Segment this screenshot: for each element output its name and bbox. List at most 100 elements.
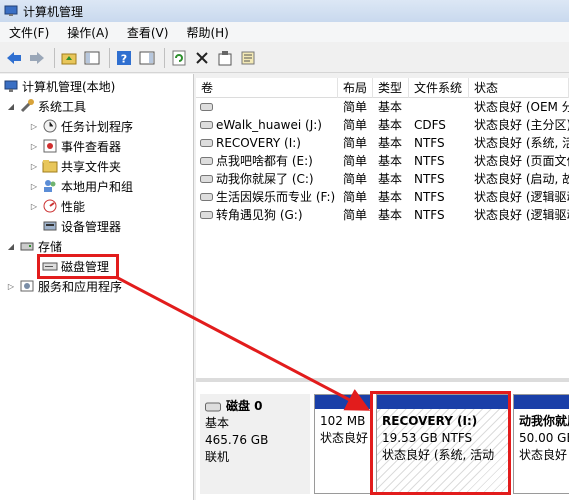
disk-info[interactable]: 磁盘 0 基本 465.76 GB 联机 (200, 394, 310, 494)
disk-icon (205, 402, 221, 411)
collapsed-arrow-icon[interactable]: ▷ (29, 122, 39, 131)
forward-arrow-icon[interactable] (27, 48, 47, 68)
table-row[interactable]: 简单 基本 状态良好 (OEM 分 (196, 98, 569, 116)
services-icon (20, 280, 34, 292)
column-header-volume[interactable]: 卷 (196, 78, 338, 98)
disk-volume-icon (200, 193, 213, 201)
window-title: 计算机管理 (23, 4, 84, 19)
tree-item-event-viewer[interactable]: ▷ 事件查看器 (29, 136, 121, 156)
navigation-tree: 计算机管理(本地) ◢ 系统工具 ▷ 任务计划程序 ▷ 事件查看器 ▷ 共享文件… (0, 74, 194, 500)
tree-item-performance[interactable]: ▷ 性能 (29, 196, 85, 216)
collapsed-arrow-icon[interactable]: ▷ (29, 142, 39, 151)
expanded-arrow-icon[interactable]: ◢ (6, 242, 16, 251)
tree-item-task-scheduler[interactable]: ▷ 任务计划程序 (29, 116, 133, 136)
tree-item-computer-management[interactable]: 计算机管理(本地) (3, 76, 115, 96)
svg-text:?: ? (121, 52, 127, 65)
toolbar-separator (109, 47, 110, 68)
volume-layout: 简单 (343, 172, 368, 186)
volume-type: 基本 (378, 154, 403, 168)
collapsed-arrow-icon[interactable]: ▷ (29, 202, 39, 211)
menu-file[interactable]: 文件(F) (0, 24, 58, 41)
column-header-type[interactable]: 类型 (373, 78, 409, 98)
title-bar: 计算机管理 (0, 0, 569, 22)
table-row[interactable]: RECOVERY (I:) 简单 基本 NTFS 状态良好 (系统, 活 (196, 134, 569, 152)
disk-volume-icon (200, 121, 213, 129)
volume-status: 状态良好 (逻辑驱动 (474, 190, 569, 204)
partition-size: 50.00 GB (519, 431, 569, 445)
volume-filesystem: CDFS (414, 118, 446, 132)
expanded-arrow-icon[interactable]: ◢ (6, 102, 16, 111)
tree-label: 任务计划程序 (61, 119, 134, 134)
disk-size: 465.76 GB (205, 433, 269, 447)
disk-volume-icon (200, 157, 213, 165)
menu-action[interactable]: 操作(A) (58, 24, 118, 41)
properties-icon[interactable] (215, 48, 235, 68)
tree-item-storage[interactable]: ◢ 存储 (6, 236, 62, 256)
volume-filesystem (409, 98, 469, 116)
volume-status: 状态良好 (启动, 故 (474, 172, 569, 186)
volume-status: 状态良好 (OEM 分 (474, 100, 569, 114)
volume-type: 基本 (378, 136, 403, 150)
volume-type: 基本 (378, 172, 403, 186)
disk-graphical-view: 磁盘 0 基本 465.76 GB 联机 102 MB 状态良好 RECOVER… (196, 382, 569, 500)
table-row[interactable]: 转角遇见狗 (G:) 简单 基本 NTFS 状态良好 (逻辑驱动 (196, 206, 569, 224)
partition-oem[interactable]: 102 MB 状态良好 (314, 394, 372, 494)
storage-icon (20, 242, 34, 251)
show-hide-tree-icon[interactable] (82, 48, 102, 68)
table-row[interactable]: 动我你就屎了 (C:) 简单 基本 NTFS 状态良好 (启动, 故 (196, 170, 569, 188)
column-header-filesystem[interactable]: 文件系统 (409, 78, 469, 98)
tree-label: 计算机管理(本地) (22, 79, 116, 94)
volume-layout: 简单 (343, 208, 368, 222)
partition-bar (514, 395, 569, 409)
shared-folder-icon (42, 160, 58, 173)
table-row[interactable]: 点我吧啥都有 (E:) 简单 基本 NTFS 状态良好 (页面文件 (196, 152, 569, 170)
computer-management-icon (4, 5, 18, 16)
device-manager-icon (43, 221, 57, 231)
back-arrow-icon[interactable] (4, 48, 24, 68)
collapsed-arrow-icon[interactable]: ▷ (6, 282, 16, 291)
tree-item-system-tools[interactable]: ◢ 系统工具 (6, 96, 86, 116)
column-header-status[interactable]: 状态 (469, 78, 569, 98)
menu-help[interactable]: 帮助(H) (177, 24, 237, 41)
tree-item-disk-management[interactable]: 磁盘管理 (42, 256, 109, 276)
delete-icon[interactable] (192, 48, 212, 68)
volume-name: eWalk_huawei (J:) (216, 118, 322, 132)
help-icon[interactable]: ? (114, 48, 134, 68)
volume-type: 基本 (378, 190, 403, 204)
volume-list-header: 卷 布局 类型 文件系统 状态 (196, 78, 569, 98)
table-row[interactable]: 生活因娱乐而专业 (F:) 简单 基本 NTFS 状态良好 (逻辑驱动 (196, 188, 569, 206)
column-header-layout[interactable]: 布局 (338, 78, 373, 98)
disk-volume-icon (200, 103, 213, 111)
collapsed-arrow-icon[interactable]: ▷ (29, 182, 39, 191)
collapsed-arrow-icon[interactable]: ▷ (29, 162, 39, 171)
tree-item-shared-folders[interactable]: ▷ 共享文件夹 (29, 156, 121, 176)
menu-bar: 文件(F) 操作(A) 查看(V) 帮助(H) (0, 22, 569, 42)
clock-icon (43, 119, 57, 133)
computer-management-icon (4, 80, 18, 92)
volume-layout: 简单 (343, 154, 368, 168)
folder-up-icon[interactable] (59, 48, 79, 68)
tree-label: 性能 (61, 199, 86, 214)
tree-label: 系统工具 (38, 99, 87, 114)
volume-name: 点我吧啥都有 (E:) (216, 154, 313, 168)
volume-layout: 简单 (343, 100, 368, 114)
volume-status: 状态良好 (主分区) (474, 118, 569, 132)
volume-type: 基本 (378, 118, 403, 132)
tree-item-services-apps[interactable]: ▷ 服务和应用程序 (6, 276, 122, 296)
volume-filesystem: NTFS (414, 172, 445, 186)
partition-c[interactable]: 动我你就屎 50.00 GB 状态良好 (513, 394, 569, 494)
export-icon[interactable] (238, 48, 258, 68)
properties-panel-icon[interactable] (137, 48, 157, 68)
volume-name: 转角遇见狗 (G:) (216, 208, 303, 222)
tree-item-device-manager[interactable]: 设备管理器 (42, 216, 121, 236)
disk-state: 联机 (205, 450, 230, 464)
partition-label: RECOVERY (I:) (382, 414, 478, 428)
partition-recovery[interactable]: RECOVERY (I:) 19.53 GB NTFS 状态良好 (系统, 活动 (376, 394, 509, 494)
toolbar-separator (164, 47, 165, 68)
volume-list: 卷 布局 类型 文件系统 状态 简单 基本 状态良好 (OEM 分 eWalk_… (196, 78, 569, 378)
table-row[interactable]: eWalk_huawei (J:) 简单 基本 CDFS 状态良好 (主分区) (196, 116, 569, 134)
refresh-icon[interactable] (169, 48, 189, 68)
menu-view[interactable]: 查看(V) (118, 24, 178, 41)
tree-item-local-users[interactable]: ▷ 本地用户和组 (29, 176, 133, 196)
tree-label: 本地用户和组 (61, 179, 134, 194)
